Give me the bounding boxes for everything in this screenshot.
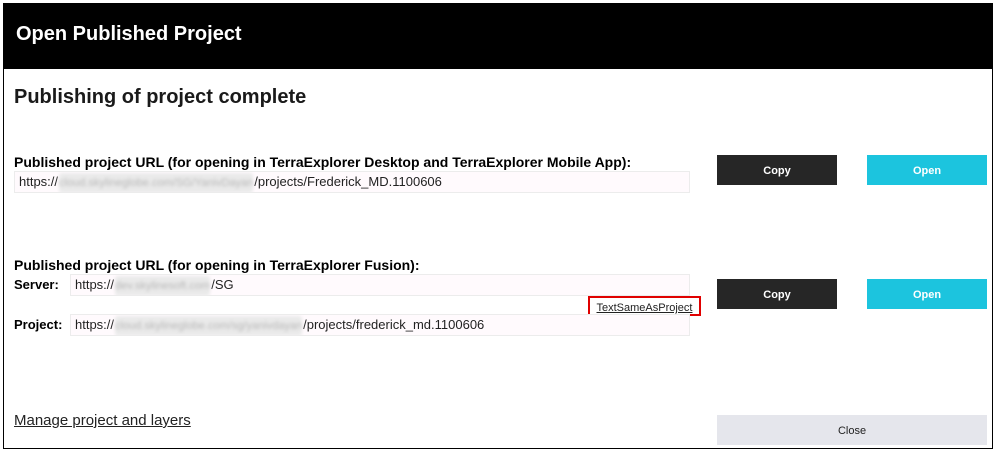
text-same-as-project-highlight: TextSameAsProject bbox=[588, 296, 701, 316]
desktop-url-field[interactable]: https://cloud.skylineglobe.com/SG/YanivD… bbox=[14, 171, 690, 193]
text-same-as-project-link[interactable]: TextSameAsProject bbox=[597, 302, 693, 314]
title-bar: Open Published Project bbox=[4, 4, 992, 69]
server-url-redacted: dev.skylinesoft.com bbox=[115, 276, 211, 295]
project-url-suffix: /projects/frederick_md.1100606 bbox=[303, 317, 485, 332]
server-url-suffix: /SG bbox=[211, 277, 234, 292]
fusion-copy-button[interactable]: Copy bbox=[717, 279, 837, 309]
dialog-title: Open Published Project bbox=[16, 23, 242, 45]
project-url-prefix: https:// bbox=[75, 317, 115, 332]
open-published-project-dialog: Open Published Project Publishing of pro… bbox=[3, 3, 993, 449]
server-url-prefix: https:// bbox=[75, 277, 115, 292]
desktop-open-button[interactable]: Open bbox=[867, 155, 987, 185]
publishing-complete-heading: Publishing of project complete bbox=[14, 86, 307, 108]
desktop-url-redacted: cloud.skylineglobe.com/SG/YanivDayan bbox=[59, 173, 254, 192]
server-label: Server: bbox=[14, 277, 59, 292]
project-label: Project: bbox=[14, 317, 63, 332]
fusion-url-label: Published project URL (for opening in Te… bbox=[14, 257, 420, 273]
manage-project-link[interactable]: Manage project and layers bbox=[14, 412, 191, 430]
project-url-field[interactable]: https://cloud.skylineglobe.com/sg/yanivd… bbox=[70, 314, 690, 336]
desktop-url-prefix: https:// bbox=[19, 174, 59, 189]
server-url-field[interactable]: https://dev.skylinesoft.com/SG bbox=[70, 274, 690, 296]
close-button[interactable]: Close bbox=[717, 415, 987, 445]
desktop-url-suffix: /projects/Frederick_MD.1100606 bbox=[254, 174, 442, 189]
fusion-open-button[interactable]: Open bbox=[867, 279, 987, 309]
desktop-url-label: Published project URL (for opening in Te… bbox=[14, 154, 632, 170]
desktop-copy-button[interactable]: Copy bbox=[717, 155, 837, 185]
project-url-redacted: cloud.skylineglobe.com/sg/yanivdayan bbox=[115, 316, 303, 335]
